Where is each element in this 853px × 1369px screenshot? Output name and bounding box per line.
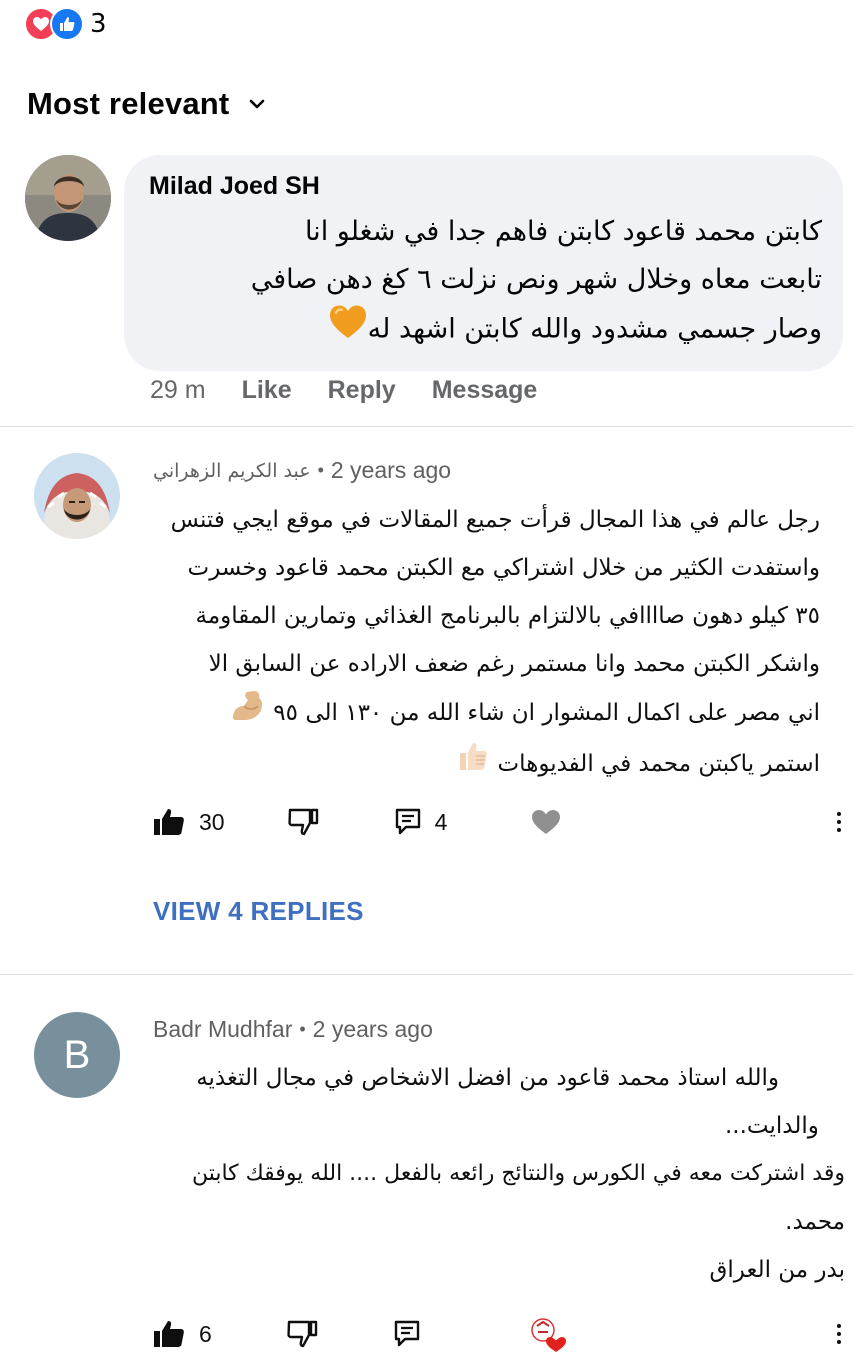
thumbs-down-icon xyxy=(287,1320,317,1348)
comment-meta: عبد الكريم الزهراني • 2 years ago xyxy=(153,457,451,484)
comment-line: واشكر الكبتن محمد وانا مستمر رغم ضعف الا… xyxy=(208,651,820,677)
comment-line: ٣٥ كيلو دهون صاااافي بالالتزام بالبرنامج… xyxy=(195,603,820,629)
comment-text: رجل عالم في هذا المجال قرأت جميع المقالا… xyxy=(150,496,820,790)
comment-line: واستفدت الكثير من خلال اشتراكي مع الكبتن… xyxy=(187,555,820,581)
like-count: 6 xyxy=(199,1320,212,1347)
more-options-icon[interactable] xyxy=(831,1314,847,1354)
comment-icon xyxy=(395,808,420,835)
view-replies-button[interactable]: VIEW 4 REPLIES xyxy=(153,896,364,927)
comment-line-last: وصار جسمي مشدود والله كابتن اشهد له xyxy=(140,304,822,356)
comment-line: رجل عالم في هذا المجال قرأت جميع المقالا… xyxy=(170,507,820,533)
like-button[interactable] xyxy=(153,1320,185,1348)
reply-button[interactable] xyxy=(394,1320,420,1348)
heart-button[interactable] xyxy=(531,809,561,835)
reply-button[interactable] xyxy=(395,808,421,836)
dislike-button[interactable] xyxy=(287,808,319,836)
like-button[interactable] xyxy=(153,808,185,836)
like-icon xyxy=(50,7,84,41)
chevron-down-icon xyxy=(249,99,265,109)
thumbs-up-icon xyxy=(154,809,184,835)
like-button[interactable]: Like xyxy=(242,376,292,405)
comment-line: استمر ياكبتن محمد في الفديوهات xyxy=(497,751,820,777)
reply-button[interactable]: Reply xyxy=(328,376,396,405)
like-count: 30 xyxy=(199,808,225,835)
creator-heart-icon[interactable] xyxy=(528,1314,568,1354)
comment-time[interactable]: 2 years ago xyxy=(331,457,451,484)
more-options-icon[interactable] xyxy=(831,802,847,842)
sort-label: Most relevant xyxy=(27,86,230,121)
comment-actions: 29 m Like Reply Message xyxy=(150,376,537,405)
avatar[interactable] xyxy=(34,453,120,539)
comment-line-with-emoji: استمر ياكبتن محمد في الفديوهات xyxy=(150,739,820,790)
comment-line: وصار جسمي مشدود والله كابتن اشهد له xyxy=(367,313,822,345)
divider xyxy=(0,426,853,427)
reaction-count: 3 xyxy=(90,9,107,39)
comment-author[interactable]: Milad Joed SH xyxy=(149,172,320,201)
reply-count: 4 xyxy=(434,808,448,835)
comment-line-with-emoji: اني مصر على اكمال المشوار ان شاء الله من… xyxy=(150,688,820,739)
message-button[interactable]: Message xyxy=(432,376,538,405)
comment-line: كابتن محمد قاعود كابتن فاهم جدا في شغلو … xyxy=(304,216,822,247)
dislike-button[interactable] xyxy=(286,1320,318,1348)
comment-time[interactable]: 2 years ago xyxy=(313,1016,433,1043)
orange-heart-icon xyxy=(328,304,368,356)
thumbs-up-icon xyxy=(154,1321,184,1347)
comment-text: كابتن محمد قاعود كابتن فاهم جدا في شغلو … xyxy=(140,208,822,356)
comment-line: والدايت... xyxy=(725,1113,819,1139)
comment-actions: 30 4 xyxy=(153,802,853,842)
comment-author[interactable]: عبد الكريم الزهراني xyxy=(153,460,311,482)
comment-text: والله استاذ محمد قاعود من افضل الاشخاص ف… xyxy=(150,1054,845,1294)
comment-line: محمد. xyxy=(785,1209,845,1235)
comment-time: 29 m xyxy=(150,376,206,404)
avatar[interactable]: B xyxy=(34,1012,120,1098)
reactions-summary[interactable]: 3 xyxy=(24,6,107,42)
divider xyxy=(0,974,853,975)
separator-dot: • xyxy=(299,1019,306,1039)
comment-line: بدر من العراق xyxy=(709,1257,845,1283)
comment-meta: Badr Mudhfar • 2 years ago xyxy=(153,1016,433,1043)
comment-actions: 6 xyxy=(153,1314,853,1354)
sort-dropdown[interactable]: Most relevant xyxy=(27,86,265,122)
comment-line: اني مصر على اكمال المشوار ان شاء الله من… xyxy=(273,700,820,726)
comment-icon xyxy=(394,1320,419,1347)
thumbs-up-emoji-icon xyxy=(456,739,490,790)
comment-line: والله استاذ محمد قاعود من افضل الاشخاص ف… xyxy=(196,1065,779,1091)
comment-line: وقد اشتركت معه في الكورس والنتائج رائعه … xyxy=(191,1161,845,1186)
comment-line: تابعت معاه وخلال شهر ونص نزلت ٦ كغ دهن ص… xyxy=(250,264,822,295)
flexed-biceps-icon xyxy=(230,688,266,739)
separator-dot: • xyxy=(317,460,324,480)
comment-author[interactable]: Badr Mudhfar xyxy=(153,1016,292,1043)
avatar[interactable] xyxy=(25,155,111,241)
heart-icon xyxy=(532,810,561,834)
thumbs-down-icon xyxy=(287,808,318,836)
